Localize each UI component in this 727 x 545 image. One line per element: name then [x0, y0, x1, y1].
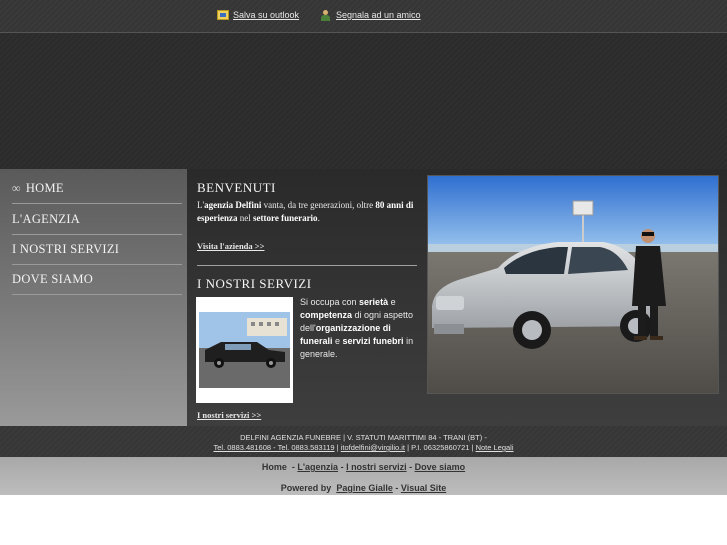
main-content: BENVENUTI L'agenzia Delfini vanta, da tr…: [187, 169, 727, 426]
sidebar-nav: ∞ HOME L'AGENZIA I NOSTRI SERVIZI DOVE S…: [0, 169, 187, 426]
nav-item-servizi[interactable]: I NOSTRI SERVIZI: [12, 235, 182, 265]
footer-vat: P.I. 06325860721: [411, 443, 470, 452]
footer-nav: Home - L'agenzia - I nostri servizi - Do…: [261, 462, 466, 472]
hearse-thumbnail: [196, 297, 293, 403]
footer-nav-agenzia[interactable]: L'agenzia: [297, 462, 338, 472]
pagine-gialle-link[interactable]: Pagine Gialle: [336, 483, 393, 493]
footer-nav-servizi[interactable]: I nostri servizi: [346, 462, 407, 472]
save-outlook-link[interactable]: Salva su outlook: [217, 10, 299, 20]
header-banner: [0, 33, 727, 169]
save-outlook-label: Salva su outlook: [233, 10, 300, 20]
swirl-icon: ∞: [12, 181, 21, 195]
welcome-text: L'agenzia Delfini vanta, da tre generazi…: [197, 200, 414, 223]
visual-site-link[interactable]: Visual Site: [401, 483, 446, 493]
section-divider: [197, 265, 417, 266]
footer-phone-link[interactable]: Tel. 0883.481608 - Tel. 0883.583119: [213, 443, 334, 452]
nav-item-home[interactable]: ∞ HOME: [12, 174, 182, 204]
car-photo: [427, 175, 719, 394]
services-link[interactable]: I nostri servizi >>: [197, 410, 261, 420]
nav-item-agenzia[interactable]: L'AGENZIA: [12, 205, 182, 235]
footer-address: DELFINI AGENZIA FUNEBRE | V. STATUTI MAR…: [240, 433, 487, 442]
footer-nav-home[interactable]: Home: [262, 462, 287, 472]
footer-nav-dove-siamo[interactable]: Dove siamo: [415, 462, 466, 472]
footer-email-link[interactable]: itofdelfini@virgilio.it: [341, 443, 405, 452]
nav-label-agenzia: L'AGENZIA: [12, 212, 81, 226]
top-bar: Salva su outlook Segnala ad un amico: [0, 0, 727, 33]
tell-a-friend-label: Segnala ad un amico: [336, 10, 421, 20]
powered-by: Powered by Pagine Gialle - Visual Site: [280, 483, 447, 493]
footer-contact-bar: DELFINI AGENZIA FUNEBRE | V. STATUTI MAR…: [0, 426, 727, 457]
footer-legal-link[interactable]: Note Legali: [476, 443, 514, 452]
services-title: I NOSTRI SERVIZI: [197, 276, 312, 291]
nav-label-home: HOME: [25, 181, 64, 195]
welcome-title: BENVENUTI: [197, 180, 276, 195]
powered-by-label: Powered by: [280, 483, 332, 493]
nav-item-dove-siamo[interactable]: DOVE SIAMO: [12, 265, 182, 295]
visit-company-link[interactable]: Visita l'azienda >>: [197, 241, 264, 251]
footer-nav-bar: Home - L'agenzia - I nostri servizi - Do…: [0, 457, 727, 495]
nav-label-servizi: I NOSTRI SERVIZI: [12, 242, 120, 256]
person-icon: [320, 10, 332, 21]
tell-a-friend-link[interactable]: Segnala ad un amico: [320, 10, 421, 21]
footer-contacts: Tel. 0883.481608 - Tel. 0883.583119 | it…: [213, 443, 514, 452]
services-text: Si occupa con serietà e competenza di og…: [300, 297, 414, 359]
nav-label-dove-siamo: DOVE SIAMO: [12, 272, 94, 286]
outlook-icon: [217, 10, 229, 20]
